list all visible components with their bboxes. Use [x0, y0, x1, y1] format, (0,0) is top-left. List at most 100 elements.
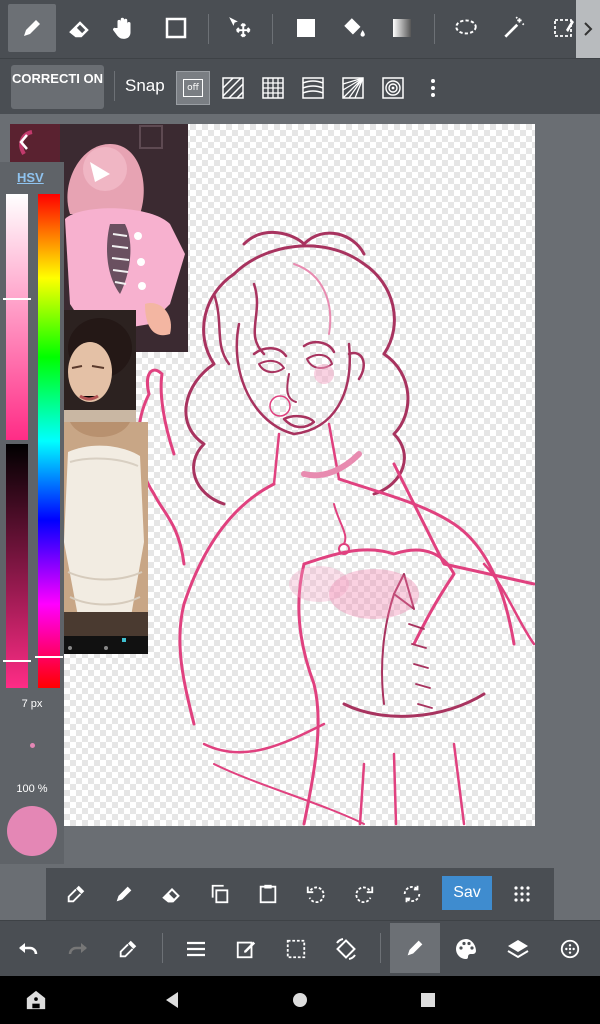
- rotate-right-button[interactable]: [342, 872, 386, 916]
- color-picker-button[interactable]: [106, 927, 150, 971]
- saturation-slider-handle[interactable]: [3, 298, 31, 300]
- current-color-swatch[interactable]: [7, 806, 57, 856]
- toolbar-scroll-more-button[interactable]: [576, 0, 600, 58]
- reference-photo-dress[interactable]: [60, 422, 148, 636]
- move-cursor-icon: [227, 15, 253, 41]
- redo-button[interactable]: [56, 927, 100, 971]
- reference-photo-portrait[interactable]: [60, 310, 136, 422]
- color-palette-button[interactable]: [444, 927, 488, 971]
- move-tool-button[interactable]: [216, 4, 264, 52]
- paint-bucket-icon: [341, 15, 367, 41]
- home-button[interactable]: [278, 978, 322, 1022]
- select-rect-tool-button[interactable]: [152, 4, 200, 52]
- system-nav-bar: [0, 976, 600, 1024]
- layers-button[interactable]: [496, 927, 540, 971]
- hue-slider[interactable]: [38, 194, 60, 688]
- magic-wand-icon: [501, 15, 527, 41]
- bucket-tool-button[interactable]: [330, 4, 378, 52]
- edit-square-icon: [235, 938, 257, 960]
- correction-button[interactable]: CORRECTI ON: [11, 65, 104, 109]
- sub-toolbar: CORRECTI ON Snap off: [0, 58, 600, 114]
- snap-concentric-button[interactable]: [376, 71, 410, 105]
- lasso-tool-button[interactable]: [442, 4, 490, 52]
- rotate-right-icon: [353, 883, 375, 905]
- snap-curve-button[interactable]: [296, 71, 330, 105]
- saturation-slider[interactable]: [6, 194, 28, 440]
- transform-button[interactable]: [324, 927, 368, 971]
- dots-grid-icon: [513, 885, 531, 903]
- paste-button[interactable]: [246, 872, 290, 916]
- copy-button[interactable]: [198, 872, 242, 916]
- settings-button[interactable]: [548, 927, 592, 971]
- collapse-panel-button[interactable]: [8, 126, 40, 158]
- main-bottom-toolbar: [0, 920, 600, 976]
- layers-icon: [506, 937, 530, 961]
- toolbar-divider: [208, 14, 209, 44]
- quick-action-bar: Sav: [46, 868, 554, 920]
- eyedropper-button[interactable]: [54, 872, 98, 916]
- accessibility-button[interactable]: [14, 978, 58, 1022]
- snap-off-label: off: [183, 79, 203, 97]
- gradient-icon: [391, 17, 413, 39]
- portrait-photo: [60, 310, 136, 422]
- brush-size-label[interactable]: 7 px: [0, 698, 64, 710]
- pen-tool-button[interactable]: [8, 4, 56, 52]
- parallel-lines-icon: [221, 76, 245, 100]
- value-slider-handle[interactable]: [3, 660, 31, 662]
- snap-off-button[interactable]: off: [176, 71, 210, 105]
- pen-button[interactable]: [102, 872, 146, 916]
- toolbar-divider: [380, 933, 381, 963]
- eraser-button[interactable]: [150, 872, 194, 916]
- filled-square-icon: [295, 17, 317, 39]
- selection-button[interactable]: [274, 927, 318, 971]
- redo-icon: [66, 937, 90, 961]
- flip-button[interactable]: [390, 872, 434, 916]
- hand-tool-button[interactable]: [100, 4, 148, 52]
- value-slider[interactable]: [6, 444, 28, 688]
- pen-icon: [113, 883, 135, 905]
- undo-button[interactable]: [6, 927, 50, 971]
- eraser-icon: [68, 16, 92, 40]
- concentric-circles-icon: [381, 76, 405, 100]
- dashed-selection-icon: [285, 938, 307, 960]
- palette-icon: [454, 937, 478, 961]
- person-house-icon: [25, 989, 47, 1011]
- eraser-icon: [161, 883, 183, 905]
- grid-menu-button[interactable]: [500, 872, 544, 916]
- snap-grid-button[interactable]: [256, 71, 290, 105]
- toolbar-divider: [434, 14, 435, 44]
- gradient-tool-button[interactable]: [378, 4, 426, 52]
- curved-lines-icon: [301, 76, 325, 100]
- eraser-tool-button[interactable]: [56, 4, 104, 52]
- hamburger-icon: [185, 940, 207, 958]
- lasso-icon: [453, 15, 479, 41]
- save-button[interactable]: Sav: [442, 876, 492, 910]
- edit-button[interactable]: [224, 927, 268, 971]
- rotate-left-button[interactable]: [294, 872, 338, 916]
- snap-perspective-button[interactable]: [336, 71, 370, 105]
- snap-label: Snap: [125, 76, 165, 95]
- magic-wand-tool-button[interactable]: [490, 4, 538, 52]
- opacity-label[interactable]: 100 %: [0, 783, 64, 795]
- undo-icon: [16, 937, 40, 961]
- pen-icon: [404, 937, 426, 959]
- more-options-button[interactable]: [416, 71, 450, 105]
- color-mode-tab[interactable]: HSV: [17, 170, 44, 185]
- eyedropper-icon: [65, 883, 87, 905]
- hand-icon: [111, 15, 137, 41]
- chevron-left-icon: [16, 132, 32, 152]
- brush-tool-button[interactable]: [390, 923, 440, 973]
- fill-rect-tool-button[interactable]: [282, 4, 330, 52]
- rectangle-icon: [164, 16, 188, 40]
- recents-button[interactable]: [406, 978, 450, 1022]
- chevron-right-icon: [581, 20, 595, 38]
- menu-button[interactable]: [174, 927, 218, 971]
- home-circle-icon: [292, 992, 308, 1008]
- snap-parallel-button[interactable]: [216, 71, 250, 105]
- rotate-canvas-icon: [334, 937, 358, 961]
- brush-size-preview: [30, 743, 35, 748]
- toolbar-divider: [272, 14, 273, 44]
- recents-square-icon: [420, 992, 436, 1008]
- back-button[interactable]: [150, 978, 194, 1022]
- hue-slider-handle[interactable]: [35, 656, 63, 658]
